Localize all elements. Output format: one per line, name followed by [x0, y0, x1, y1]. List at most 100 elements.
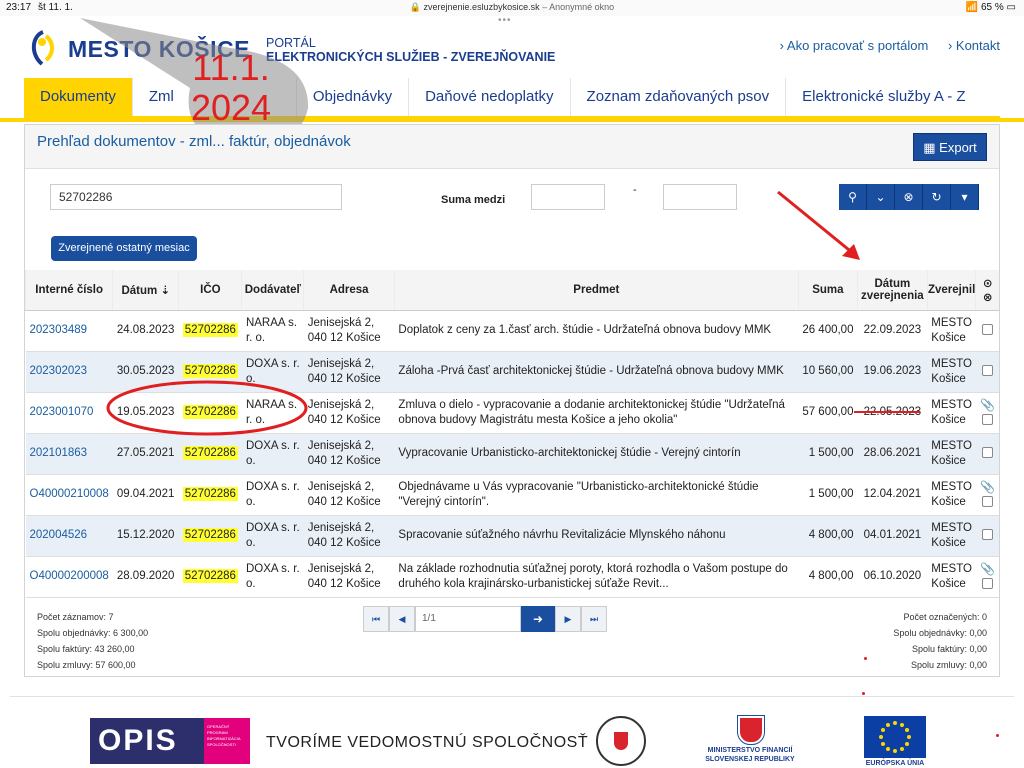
contact-link[interactable]: › Kontakt — [948, 38, 1000, 53]
marked-count: Počet označených: 0 — [903, 612, 987, 622]
row-checkbox[interactable] — [981, 365, 993, 377]
cell-date: 24.08.2023 — [112, 310, 179, 352]
table-row[interactable]: 202302023 30.05.2023 52702286 DOXA s. r. o.… — [25, 351, 999, 393]
cell-internal-number[interactable]: 202004526 — [25, 515, 113, 557]
col-supplier[interactable]: Dodávateľ — [241, 270, 304, 311]
export-button[interactable]: ▦ Export — [913, 133, 987, 161]
col-address[interactable]: Adresa — [303, 270, 395, 311]
opis-program-label: OPERAČNÝ PROGRAM INFORMATIZÁCIA SPOLOČNO… — [204, 718, 250, 764]
totals-right: Počet označených: 0 Spolu objednávky: 0,… — [893, 609, 987, 673]
last-month-button[interactable]: Zverejnené ostatný mesiac — [51, 236, 197, 261]
tab-eservices[interactable]: Elektronické služby A - Z — [785, 78, 981, 116]
col-subject[interactable]: Predmet — [393, 270, 799, 311]
col-sum[interactable]: Suma — [797, 270, 858, 311]
cell-address-text: Jenisejská 2, 040 12 Košice — [307, 357, 381, 385]
pagination: ⏮ ◀ 1/1 ➜ ▶ ⏭ — [363, 606, 607, 632]
cell-subject-text: Objednávame u Vás vypracovanie "Urbanist… — [398, 480, 759, 508]
cell-ico-text: 52702286 — [182, 487, 238, 501]
col-date[interactable]: Dátum ⇣ — [112, 270, 179, 311]
col-ico[interactable]: IČO — [178, 270, 242, 311]
cell-date-text: 24.08.2023 — [116, 324, 175, 336]
col-published[interactable]: Dátum zverejnenia — [856, 270, 928, 311]
cell-internal-number[interactable]: O40000200008 — [25, 556, 113, 598]
table-row[interactable]: 2023001070 19.05.2023 52702286 NARAA s. r. … — [25, 392, 999, 434]
first-page-icon[interactable]: ⏮ — [363, 606, 389, 632]
table-row[interactable]: O40000200008 28.09.2020 52702286 DOXA s. r.… — [25, 556, 999, 598]
paperclip-icon[interactable]: 📎 — [980, 398, 995, 413]
page-input[interactable]: 1/1 — [415, 606, 521, 632]
ministry-label: MINISTERSTVO FINANCIÍ SLOVENSKEJ REPUBLI… — [705, 747, 795, 763]
cell-date-text: 15.12.2020 — [116, 529, 175, 541]
last-page-icon[interactable]: ⏭ — [581, 606, 607, 632]
cell-subject-text: Vypracovanie Urbanisticko-architektonick… — [398, 447, 741, 459]
cell-published-text: 28.06.2021 — [863, 447, 922, 459]
cell-supplier: DOXA s. r. o. — [241, 556, 304, 598]
cell-internal-number[interactable]: 202302023 — [25, 351, 113, 393]
city-brand[interactable]: MESTO KOŠICE — [68, 36, 250, 63]
private-mode-label: – Anonymné okno — [542, 2, 615, 12]
table-row[interactable]: 202004526 15.12.2020 52702286 DOXA s. r. o.… — [25, 515, 999, 557]
table-row[interactable]: 202303489 24.08.2023 52702286 NARAA s. r. o… — [25, 310, 999, 352]
cell-published: 22.05.2023 — [857, 392, 928, 434]
refresh-icon[interactable]: ↻ — [923, 184, 951, 210]
wifi-icon: 📶 — [965, 2, 979, 13]
tab-orders[interactable]: Objednávky — [295, 78, 408, 116]
sum-from-input[interactable] — [531, 184, 605, 210]
cell-sum: 1 500,00 — [798, 474, 858, 516]
eu-flag-icon[interactable] — [864, 716, 926, 758]
ministry-crest-icon[interactable] — [737, 715, 765, 745]
cell-publisher-text: MESTO Košice — [931, 316, 972, 344]
table-row[interactable]: O40000210008 09.04.2021 52702286 DOXA s. r.… — [25, 474, 999, 516]
row-checkbox[interactable] — [981, 413, 993, 425]
search-icon[interactable]: ⚲ — [839, 184, 867, 210]
cell-internal-number[interactable]: 202101863 — [25, 433, 113, 475]
cell-address-text: Jenisejská 2, 040 12 Košice — [307, 316, 381, 344]
tab-dog-register[interactable]: Zoznam zdaňovaných psov — [569, 78, 786, 116]
col-internal-number[interactable]: Interné číslo — [24, 270, 113, 311]
clear-icon[interactable]: ⊗ — [895, 184, 923, 210]
paperclip-icon[interactable]: 📎 — [980, 562, 995, 577]
tab-contracts[interactable]: Zml — [131, 78, 296, 116]
row-checkbox[interactable] — [981, 447, 993, 459]
next-page-icon[interactable]: ▶ — [555, 606, 581, 632]
sum-to-input[interactable] — [663, 184, 737, 210]
cell-internal-number[interactable]: O40000210008 — [25, 474, 113, 516]
table-row[interactable]: 202101863 27.05.2021 52702286 DOXA s. r. o.… — [25, 433, 999, 475]
col-publisher[interactable]: Zverejnil — [926, 270, 976, 311]
tab-documents[interactable]: Dokumenty — [24, 78, 132, 116]
row-checkbox[interactable] — [981, 577, 993, 589]
prev-page-icon[interactable]: ◀ — [389, 606, 415, 632]
city-logo-icon[interactable] — [28, 28, 58, 68]
cell-ico: 52702286 — [178, 351, 242, 393]
address-bar[interactable]: 🔒 zverejnenie.esluzbykosice.sk – Anonymn… — [0, 2, 1024, 13]
search-input[interactable]: 52702286 — [50, 184, 342, 210]
col-select[interactable]: ⊙ ⊗ — [975, 270, 999, 311]
cell-publisher-text: MESTO Košice — [931, 439, 972, 467]
cell-subject-text: Doplatok z ceny za 1.časť arch. štúdie -… — [398, 324, 772, 336]
government-seal-icon[interactable] — [596, 716, 646, 766]
cell-sum: 57 600,00 — [798, 392, 858, 434]
select-all-icon[interactable]: ⊙ ⊗ — [983, 278, 993, 304]
row-checkbox[interactable] — [981, 324, 993, 336]
chevron-down-icon[interactable]: ⌄ — [867, 184, 895, 210]
cell-internal-number[interactable]: 2023001070 — [25, 392, 113, 434]
row-checkbox[interactable] — [981, 529, 993, 541]
total-contracts: Spolu zmluvy: 57 600,00 — [37, 660, 136, 670]
cell-address: Jenisejská 2, 040 12 Košice — [303, 392, 395, 434]
cell-supplier: DOXA s. r. o. — [241, 515, 304, 557]
portal-title: PORTÁL ELEKTRONICKÝCH SLUŽIEB - ZVEREJŇO… — [266, 36, 555, 64]
documents-table: Interné číslo Dátum ⇣ IČO Dodávateľ Adre… — [24, 270, 999, 598]
cell-ico-text: 52702286 — [182, 323, 238, 337]
paperclip-icon[interactable]: 📎 — [980, 480, 995, 495]
go-page-icon[interactable]: ➜ — [521, 606, 555, 632]
marked-orders: Spolu objednávky: 0,00 — [893, 628, 987, 638]
how-to-link[interactable]: › Ako pracovať s portálom — [780, 38, 929, 53]
cell-subject: Zmluva o dielo - vypracovanie a dodanie … — [394, 392, 799, 434]
cell-internal-number[interactable]: 202303489 — [25, 310, 113, 352]
row-checkbox[interactable] — [981, 495, 993, 507]
caret-down-icon[interactable]: ▾ — [951, 184, 979, 210]
tab-tax-arrears[interactable]: Daňové nedoplatky — [408, 78, 569, 116]
address-host: zverejnenie.esluzbykosice.sk — [423, 2, 540, 12]
cell-published-text: 22.09.2023 — [863, 324, 922, 336]
cell-ico-text: 52702286 — [182, 405, 238, 419]
